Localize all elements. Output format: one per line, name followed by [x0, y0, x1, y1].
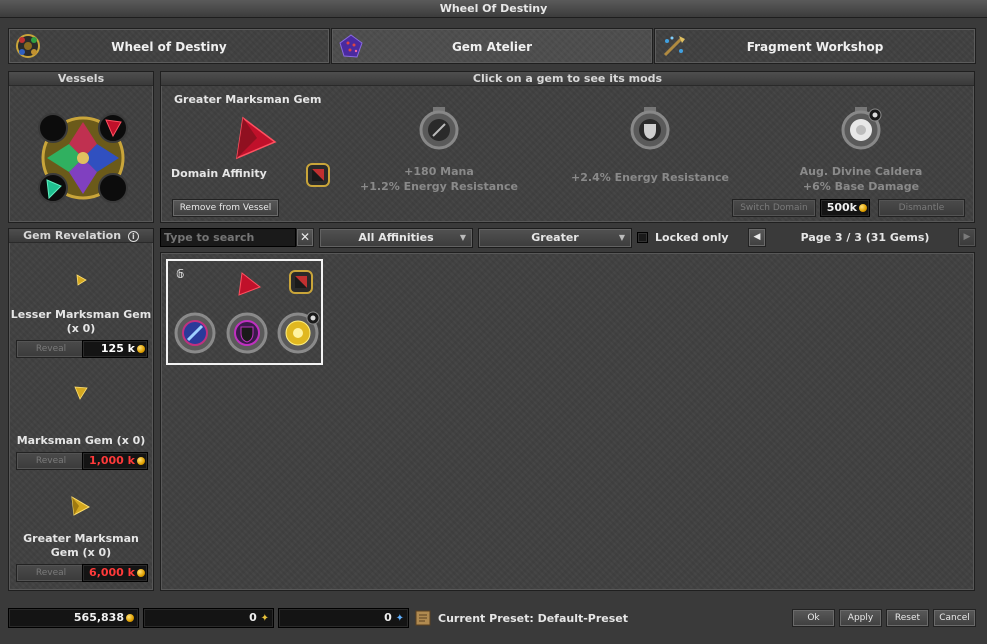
lesser-marksman-gem-icon [76, 274, 87, 286]
lesser-fragment-icon: ✦ [260, 613, 269, 624]
filter-bar: ✕ All Affinities ▼ Greater ▼ Locked only… [160, 228, 976, 250]
revelation-cost-2: 1,000 k [82, 452, 148, 470]
cancel-button[interactable]: Cancel [933, 609, 976, 627]
mana-mod-slot-icon [174, 312, 216, 354]
chevron-down-icon: ▼ [618, 233, 626, 242]
gem-revelation-panel: Gem Revelation i Lesser Marksman Gem (x … [8, 228, 154, 591]
reset-button[interactable]: Reset [886, 609, 929, 627]
switch-domain-cost: 500k [820, 199, 870, 217]
vessel-wheel[interactable] [35, 110, 131, 206]
gem-atelier-icon [339, 34, 363, 58]
footer: 565,838 0 ✦ 0 ✦ Current Preset: Default-… [8, 606, 976, 630]
cost-value: 1,000 k [89, 454, 135, 467]
grade-value: Greater [531, 231, 579, 244]
gold-coin-icon [126, 614, 134, 622]
revelation-item-2-name: Marksman Gem (x 0) [16, 434, 146, 447]
info-icon[interactable]: i [127, 230, 139, 242]
gem-grid: 𝟞 [160, 252, 975, 591]
gold-coin-icon [137, 457, 145, 465]
apply-button[interactable]: Apply [839, 609, 882, 627]
gold-balance-value: 565,838 [73, 611, 124, 624]
domain-affinity-icon [289, 270, 313, 294]
locked-only-label: Locked only [655, 231, 729, 244]
vessels-panel: Vessels [8, 71, 154, 223]
switch-cost-value: 500k [826, 201, 857, 214]
preset-scroll-icon[interactable] [414, 609, 432, 627]
divine-caldera-slot-icon [277, 311, 320, 354]
gold-coin-icon [137, 569, 145, 577]
revelation-cost-3: 6,000 k [82, 564, 148, 582]
reveal-button-1[interactable]: Reveal [16, 340, 86, 358]
clear-search-button[interactable]: ✕ [296, 228, 314, 247]
revelation-item-1-name: Lesser Marksman Gem (x 0) [10, 308, 152, 335]
gold-balance: 565,838 [8, 608, 139, 628]
mod-3-line2: +6% Base Damage [802, 180, 920, 193]
switch-domain-button[interactable]: Switch Domain [732, 199, 816, 217]
affinity-dropdown[interactable]: All Affinities ▼ [319, 228, 473, 248]
search-input[interactable] [160, 228, 296, 247]
chevron-down-icon: ▼ [459, 233, 467, 242]
gem-details-panel: Click on a gem to see its mods Greater M… [160, 71, 975, 223]
reveal-button-3[interactable]: Reveal [16, 564, 86, 582]
dismantle-button[interactable]: Dismantle [878, 199, 965, 217]
mod-3-line1: Aug. Divine Caldera [799, 165, 923, 178]
details-header: Click on a gem to see its mods [161, 72, 974, 86]
tab-fragment-workshop[interactable]: Fragment Workshop [654, 28, 976, 64]
lock-count: 𝟞 [176, 267, 185, 281]
greater-marksman-gem-icon [238, 272, 262, 296]
lesser-fragment-value: 0 [249, 611, 257, 624]
reveal-button-2[interactable]: Reveal [16, 452, 86, 470]
greater-fragment-value: 0 [384, 611, 392, 624]
mana-mod-icon [419, 107, 459, 150]
window-title: Wheel Of Destiny [0, 0, 987, 18]
mod-2-line1: +2.4% Energy Resistance [571, 171, 729, 184]
gold-coin-icon [859, 204, 867, 212]
tab-bar: Wheel of Destiny Gem Atelier Fragment Wo… [8, 28, 976, 64]
divine-caldera-mod-icon [841, 107, 882, 150]
remove-from-vessel-button[interactable]: Remove from Vessel [172, 199, 279, 217]
mod-1-line2: +1.2% Energy Resistance [360, 180, 518, 193]
marksman-gem-icon [74, 386, 88, 400]
revelation-title: Gem Revelation [23, 229, 122, 242]
fragment-workshop-icon [663, 36, 685, 57]
tab-gem-atelier[interactable]: Gem Atelier [331, 28, 653, 64]
locked-only-checkbox[interactable] [637, 232, 648, 243]
greater-marksman-gem-icon [236, 116, 277, 160]
domain-affinity-icon [306, 163, 330, 187]
wheel-icon [16, 34, 40, 58]
grade-dropdown[interactable]: Greater ▼ [478, 228, 632, 248]
tab-label: Fragment Workshop [746, 40, 884, 54]
greater-marksman-gem-small-icon [71, 496, 91, 516]
ok-button[interactable]: Ok [792, 609, 835, 627]
next-page-button[interactable]: ▶ [958, 228, 976, 247]
cost-value: 6,000 k [89, 566, 135, 579]
previous-page-button[interactable]: ◀ [748, 228, 766, 247]
revelation-item-3-name: Greater Marksman Gem (x 0) [23, 532, 139, 559]
greater-fragment-icon: ✦ [395, 613, 404, 624]
affinity-value: All Affinities [358, 231, 434, 244]
energy-resistance-slot-icon [226, 312, 268, 354]
tab-wheel-of-destiny[interactable]: Wheel of Destiny [8, 28, 330, 64]
greater-fragment-balance: 0 ✦ [278, 608, 409, 628]
gold-coin-icon [137, 345, 145, 353]
current-preset-label: Current Preset: Default-Preset [438, 612, 629, 625]
mod-1-text: +180 Mana +1.2% Energy Resistance [346, 164, 532, 194]
revelation-header: Gem Revelation i [9, 229, 153, 243]
tab-label: Wheel of Destiny [111, 40, 227, 54]
domain-affinity-label: Domain Affinity [171, 167, 267, 180]
page-indicator: Page 3 / 3 (31 Gems) [800, 231, 930, 244]
mod-2-text: +2.4% Energy Resistance [553, 171, 747, 184]
mod-3-text: Aug. Divine Caldera +6% Base Damage [771, 164, 951, 194]
selected-gem-card[interactable]: 𝟞 [166, 259, 323, 365]
vessels-title: Vessels [9, 72, 153, 86]
lesser-fragment-balance: 0 ✦ [143, 608, 274, 628]
selected-gem-name: Greater Marksman Gem [174, 93, 322, 106]
tab-label: Gem Atelier [451, 40, 533, 54]
energy-resistance-mod-icon [630, 107, 670, 150]
revelation-cost-1: 125 k [82, 340, 148, 358]
cost-value: 125 k [100, 342, 135, 355]
mod-1-line1: +180 Mana [404, 165, 474, 178]
